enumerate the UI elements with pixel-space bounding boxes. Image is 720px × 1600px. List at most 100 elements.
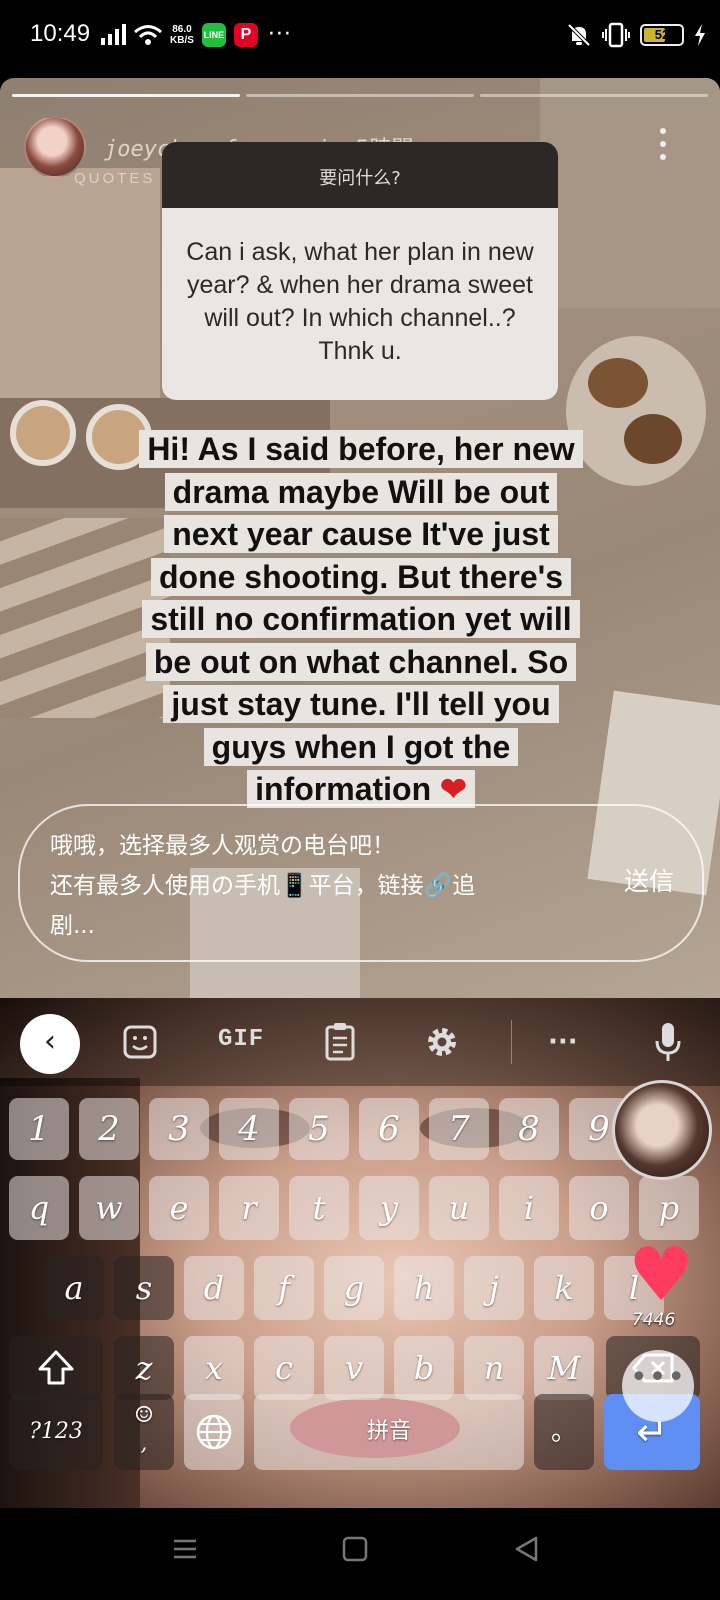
answer-line: done shooting. But there's: [150, 557, 572, 596]
comma-label: ,: [140, 1431, 148, 1456]
key-b[interactable]: b: [394, 1336, 454, 1400]
heart-icon: ❤: [440, 771, 467, 807]
status-icons-left: 86.0 KB/S LINE P ···: [100, 22, 292, 47]
home-icon[interactable]: [342, 1536, 368, 1562]
answer-line: Hi! As I said before, her new: [139, 430, 583, 468]
key-3[interactable]: 3: [149, 1098, 209, 1160]
like-heart-icon[interactable]: ♥: [628, 1238, 694, 1312]
key-d[interactable]: d: [184, 1256, 244, 1320]
collage-photo: [540, 78, 720, 308]
story-options-icon[interactable]: [660, 128, 668, 160]
gif-button[interactable]: GIF: [218, 1026, 264, 1053]
reply-input[interactable]: 哦哦，选择最多人观赏の电台吧！ 还有最多人使用の手机📱平台，链接🔗追 剧... …: [18, 804, 704, 962]
keyboard-toolbar: ‹ GIF ···: [0, 998, 720, 1086]
key-1[interactable]: 1: [9, 1098, 69, 1160]
key-r[interactable]: r: [219, 1176, 279, 1240]
key-u[interactable]: u: [429, 1176, 489, 1240]
more-options-icon[interactable]: ···: [548, 1020, 578, 1064]
microphone-icon[interactable]: [654, 1020, 682, 1064]
story-progress-bar: [12, 94, 708, 97]
answer-line: information ❤: [247, 770, 475, 808]
send-button[interactable]: 送信: [624, 862, 674, 898]
cookie-image: [588, 358, 648, 408]
key-y[interactable]: y: [359, 1176, 419, 1240]
story-viewer[interactable]: joeychua_fanpagein 5時間 QUOTES 要问什么? Can …: [0, 78, 720, 998]
navigation-bar: [0, 1508, 720, 1600]
key-f[interactable]: f: [254, 1256, 314, 1320]
answer-line: still no confirmation yet will: [142, 600, 580, 638]
key-8[interactable]: 8: [499, 1098, 559, 1160]
emoji-comma-key[interactable]: ☺ ,: [114, 1394, 174, 1470]
back-icon[interactable]: [514, 1536, 540, 1562]
key-i[interactable]: i: [499, 1176, 559, 1240]
collapse-toolbar-button[interactable]: ‹: [20, 1014, 80, 1074]
key-q[interactable]: q: [9, 1176, 69, 1240]
key-v[interactable]: v: [324, 1336, 384, 1400]
clipboard-icon[interactable]: [324, 1020, 356, 1064]
key-c[interactable]: c: [254, 1336, 314, 1400]
line-app-icon: LINE: [201, 22, 226, 47]
clock: 10:49: [30, 20, 91, 47]
progress-segment: [12, 94, 240, 97]
quotes-watermark: QUOTES: [74, 170, 156, 187]
key-x[interactable]: x: [184, 1336, 244, 1400]
question-text: Can i ask, what her plan in new year? & …: [186, 238, 534, 365]
shift-key[interactable]: [9, 1336, 103, 1400]
collage-photo: [0, 168, 160, 418]
key-z[interactable]: z: [114, 1336, 174, 1400]
chat-bubble-icon[interactable]: •••: [622, 1350, 694, 1422]
key-7[interactable]: 7: [429, 1098, 489, 1160]
globe-icon: [196, 1414, 232, 1450]
cookie-image: [624, 414, 682, 464]
key-k[interactable]: k: [534, 1256, 594, 1320]
status-icons-right: 52: [566, 22, 706, 48]
emoji-icon: ☺: [134, 1403, 154, 1428]
pinterest-app-icon: P: [233, 22, 258, 47]
floating-avatar[interactable]: [612, 1080, 712, 1180]
key-s[interactable]: s: [114, 1256, 174, 1320]
period-key[interactable]: 。: [534, 1394, 594, 1470]
progress-segment: [480, 94, 708, 97]
key-2[interactable]: 2: [79, 1098, 139, 1160]
answer-text: Hi! As I said before, her new drama mayb…: [126, 428, 596, 811]
key-4[interactable]: 4: [219, 1098, 279, 1160]
space-key[interactable]: 拼音: [254, 1394, 524, 1470]
settings-gear-icon[interactable]: [422, 1020, 462, 1064]
language-switch-key[interactable]: [184, 1394, 244, 1470]
keyboard[interactable]: ‹ GIF ··· 1 2 3 4 5 6 7 8 9 q w e r t y …: [0, 998, 720, 1508]
coffee-cup-image: [10, 400, 76, 466]
battery-level: 52: [654, 27, 670, 42]
key-6[interactable]: 6: [359, 1098, 419, 1160]
status-bar: 10:49 86.0 KB/S LINE P ··· 52: [0, 0, 720, 78]
avatar[interactable]: [24, 116, 86, 178]
answer-line: guys when I got the: [203, 727, 519, 766]
more-notifications-icon: ···: [267, 22, 292, 47]
key-o[interactable]: o: [569, 1176, 629, 1240]
answer-line: be out on what channel. So: [145, 642, 577, 681]
key-e[interactable]: e: [149, 1176, 209, 1240]
symbols-key[interactable]: ?123: [9, 1394, 103, 1470]
signal-icon: [101, 23, 126, 45]
toolbar-divider: [511, 1020, 512, 1064]
key-h[interactable]: h: [394, 1256, 454, 1320]
shift-icon: [38, 1350, 74, 1385]
sticker-icon[interactable]: [122, 1020, 158, 1064]
menu-icon[interactable]: [172, 1536, 198, 1562]
battery-icon: 52: [640, 24, 684, 46]
key-m[interactable]: M: [534, 1336, 594, 1400]
key-g[interactable]: g: [324, 1256, 384, 1320]
key-5[interactable]: 5: [289, 1098, 349, 1160]
key-p[interactable]: p: [639, 1176, 699, 1240]
reply-input-text[interactable]: 哦哦，选择最多人观赏の电台吧！ 还有最多人使用の手机📱平台，链接🔗追 剧...: [50, 826, 590, 946]
key-j[interactable]: j: [464, 1256, 524, 1320]
question-sticker: 要问什么? Can i ask, what her plan in new ye…: [162, 142, 558, 400]
answer-line: just stay tune. I'll tell you: [163, 685, 559, 723]
mute-icon: [567, 23, 591, 47]
answer-line: drama maybe Will be out: [164, 472, 558, 511]
key-w[interactable]: w: [79, 1176, 139, 1240]
question-sticker-header: 要问什么?: [162, 142, 558, 208]
key-n[interactable]: n: [464, 1336, 524, 1400]
progress-segment: [246, 94, 474, 97]
key-t[interactable]: t: [289, 1176, 349, 1240]
key-a[interactable]: a: [44, 1256, 104, 1320]
